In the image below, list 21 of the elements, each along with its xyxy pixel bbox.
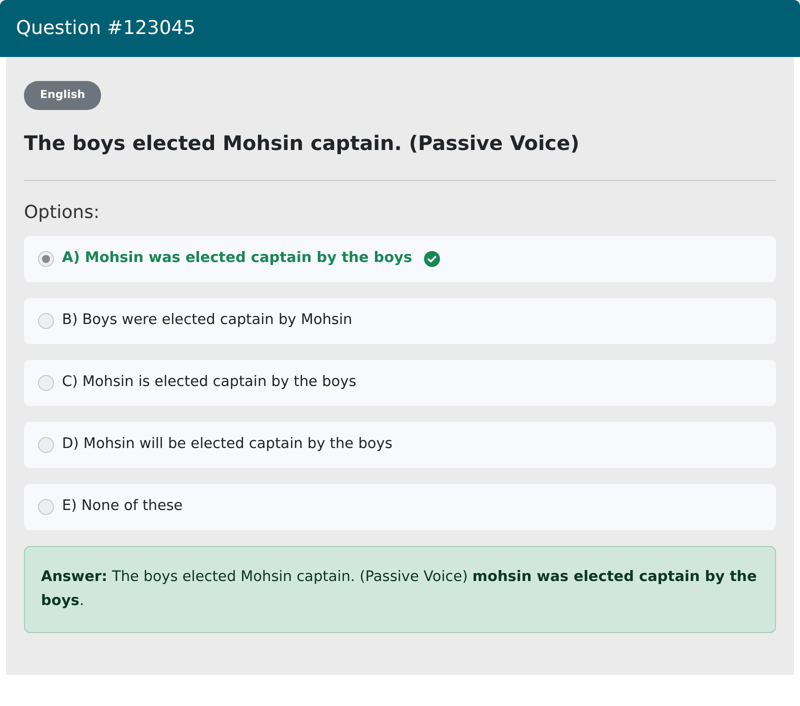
radio-button[interactable] (38, 250, 54, 266)
options-heading: Options: (24, 200, 101, 224)
option-row[interactable]: A) Mohsin was elected captain by the boys (24, 236, 776, 282)
radio-button[interactable] (38, 498, 54, 514)
check-circle-icon (424, 250, 440, 266)
option-row[interactable]: D) Mohsin will be elected captain by the boys (24, 422, 776, 468)
question-text: The boys elected Mohsin captain. (Passive Voice) (24, 130, 580, 156)
option-label: C) Mohsin is elected captain by the boys (62, 372, 356, 392)
option-label: A) Mohsin was elected captain by the boys (62, 248, 412, 268)
language-badge: English (24, 81, 102, 110)
option-label: B) Boys were elected captain by Mohsin (62, 310, 352, 330)
option-row[interactable]: C) Mohsin is elected captain by the boys (24, 360, 776, 406)
radio-button[interactable] (38, 436, 54, 452)
answer-alert: Answer: The boys elected Mohsin captain. (Passive Voice) mohsin was elected captain by the boys. (24, 546, 776, 633)
option-row[interactable]: B) Boys were elected captain by Mohsin (24, 298, 776, 344)
question-title: Question #123045 (16, 16, 196, 42)
option-row[interactable]: E) None of these (24, 484, 776, 530)
radio-button[interactable] (38, 312, 54, 328)
radio-button[interactable] (38, 374, 54, 390)
option-label: D) Mohsin will be elected captain by the boys (62, 434, 392, 454)
option-label: E) None of these (62, 496, 183, 516)
